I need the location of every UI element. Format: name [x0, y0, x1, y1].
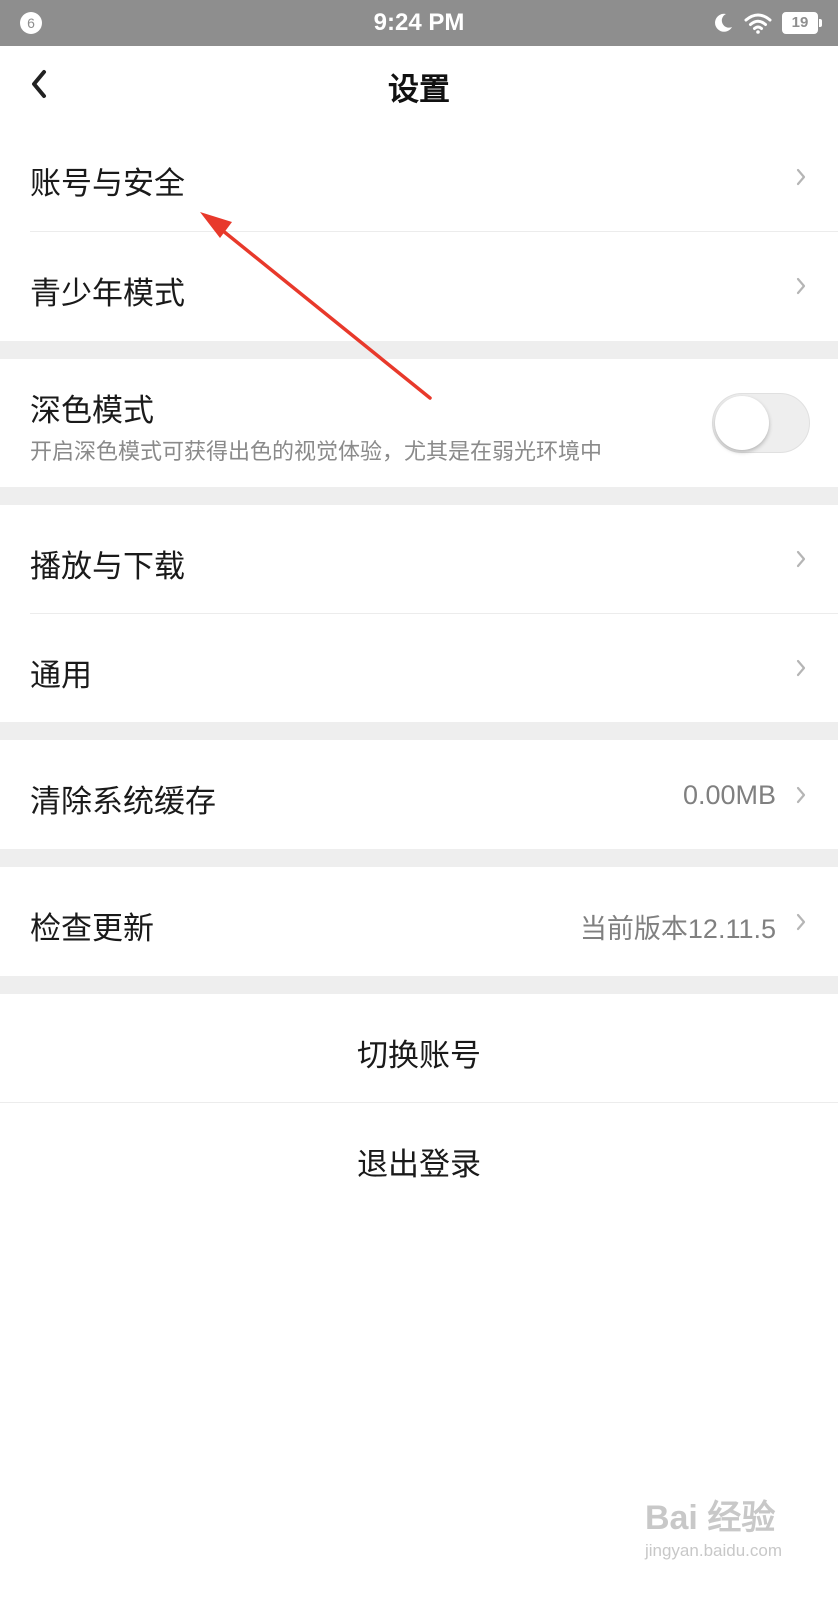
- menu-item-label: 检查更新: [30, 911, 154, 947]
- menu-item-label: 播放与下载: [30, 549, 185, 585]
- section-gap: [0, 849, 838, 867]
- menu-item-general[interactable]: 通用: [0, 614, 838, 722]
- dark-mode-description: 开启深色模式可获得出色的视觉体验，尤其是在弱光环境中: [30, 440, 603, 465]
- menu-item-label: 清除系统缓存: [30, 784, 216, 820]
- status-bar: 6 9:24 PM 19: [0, 0, 838, 46]
- page-title: 设置: [388, 72, 450, 108]
- section-gap: [0, 722, 838, 740]
- wifi-icon: [744, 13, 772, 34]
- menu-item-label: 青少年模式: [30, 276, 185, 312]
- toggle-knob: [715, 396, 769, 450]
- switch-account-button[interactable]: 切换账号: [0, 994, 838, 1102]
- menu-item-teen-mode[interactable]: 青少年模式: [0, 232, 838, 341]
- battery-icon: 19: [782, 12, 822, 34]
- chevron-right-icon: [796, 913, 806, 931]
- menu-item-dark-mode: 深色模式 开启深色模式可获得出色的视觉体验，尤其是在弱光环境中: [0, 359, 838, 487]
- chevron-right-icon: [796, 786, 806, 804]
- menu-item-label: 通用: [30, 658, 92, 694]
- menu-item-check-update[interactable]: 检查更新 当前版本12.11.5: [0, 867, 838, 976]
- status-icons: 19: [712, 8, 822, 38]
- moon-icon: [715, 13, 732, 32]
- chevron-right-icon: [796, 277, 806, 295]
- version-value: 当前版本12.11.5: [579, 914, 776, 944]
- watermark-logo: Bai 经验: [644, 1499, 776, 1537]
- chevron-right-icon: [796, 168, 806, 186]
- section-gap: [0, 976, 838, 994]
- chevron-right-icon: [796, 659, 806, 677]
- logout-button[interactable]: 退出登录: [0, 1103, 838, 1211]
- menu-item-account-security[interactable]: 账号与安全: [0, 122, 838, 231]
- chevron-right-icon: [796, 550, 806, 568]
- menu-item-label: 账号与安全: [30, 166, 185, 202]
- menu-item-clear-cache[interactable]: 清除系统缓存 0.00MB: [0, 740, 838, 849]
- section-gap: [0, 487, 838, 505]
- section-gap: [0, 341, 838, 359]
- switch-account-label: 切换账号: [357, 1038, 481, 1074]
- watermark: Bai 经验 jingyan.baidu.com: [645, 1490, 782, 1561]
- logout-label: 退出登录: [357, 1147, 481, 1183]
- cache-size-value: 0.00MB: [682, 780, 776, 810]
- nav-bar: 设置: [0, 46, 838, 122]
- battery-level: 19: [791, 14, 809, 31]
- menu-item-label: 深色模式: [30, 393, 154, 429]
- dark-mode-toggle[interactable]: [712, 393, 810, 453]
- menu-item-play-download[interactable]: 播放与下载: [0, 505, 838, 613]
- watermark-url: jingyan.baidu.com: [644, 1541, 782, 1560]
